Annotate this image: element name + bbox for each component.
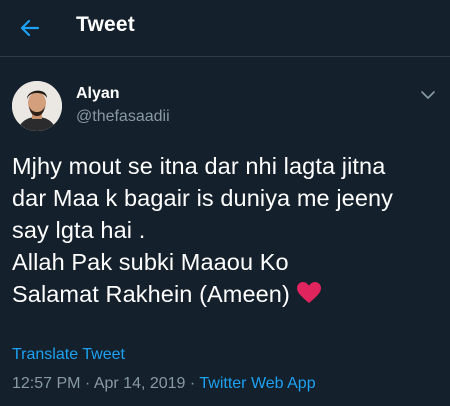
translate-tweet-link[interactable]: Translate Tweet [12, 346, 125, 364]
tweet-time: 12:57 PM [12, 375, 81, 392]
tweet-date: Apr 14, 2019 [93, 375, 186, 392]
profile-photo [12, 81, 62, 131]
tweet-line: say lgta hai . [12, 217, 146, 243]
tweet-options-button[interactable] [414, 84, 442, 106]
tweet-line: dar Maa k bagair is duniya me jeeny [12, 185, 394, 211]
chevron-down-icon [421, 91, 435, 99]
separator: · [185, 375, 200, 392]
top-bar: Tweet [0, 0, 450, 57]
page-title: Tweet [76, 13, 135, 36]
tweet-line-with-emoji: Salamat Rakhein (Ameen) [12, 278, 438, 313]
display-name[interactable]: Alyan [76, 85, 120, 103]
tweet-text: Mjhy mout se itna dar nhi lagta jitna da… [12, 150, 438, 313]
tweet-line: Mjhy mout se itna dar nhi lagta jitna [12, 153, 386, 179]
tweet-line: Salamat Rakhein (Ameen) [12, 281, 290, 307]
user-handle[interactable]: @thefasaadii [76, 108, 170, 126]
tweet-source-link[interactable]: Twitter Web App [199, 375, 315, 392]
tweet-line: Allah Pak subki Maaou Ko [12, 249, 289, 275]
back-arrow-icon [20, 19, 40, 37]
red-heart-icon [296, 281, 322, 313]
tweet-metadata: 12:57 PM · Apr 14, 2019 · Twitter Web Ap… [12, 375, 316, 393]
back-button[interactable] [12, 12, 48, 44]
avatar[interactable] [12, 81, 62, 131]
separator: · [80, 375, 94, 392]
